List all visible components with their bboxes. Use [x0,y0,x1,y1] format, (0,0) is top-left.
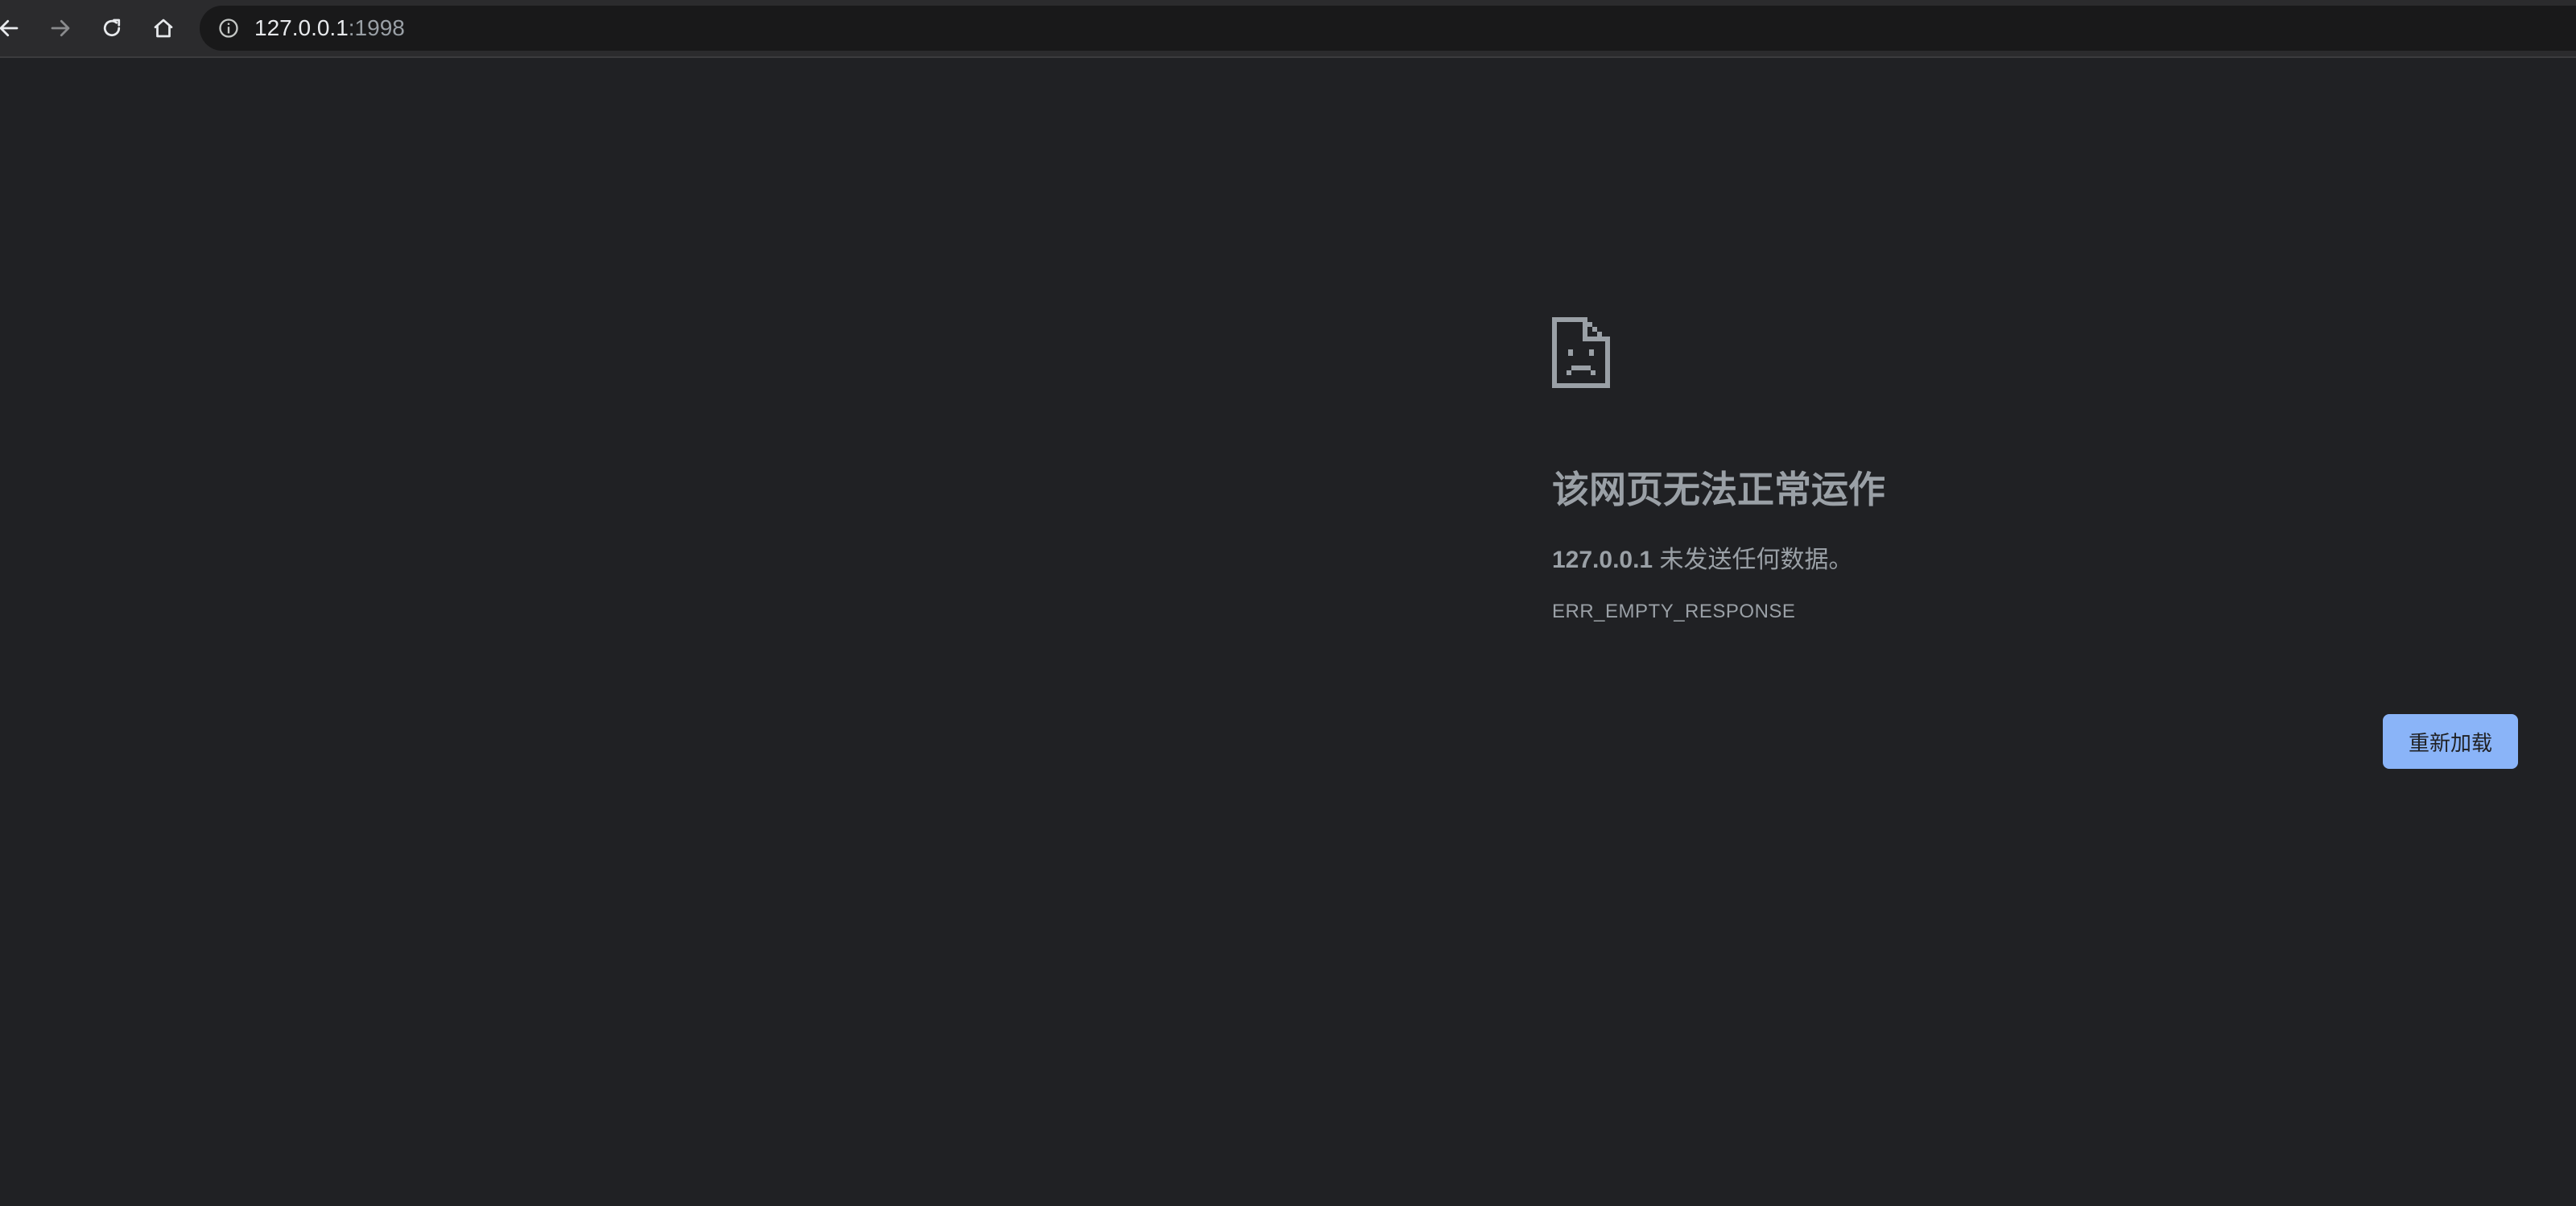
error-code: ERR_EMPTY_RESPONSE [1552,601,1796,622]
reload-page-button[interactable]: 重新加载 [2383,714,2518,769]
address-bar[interactable]: 127.0.0.1:1998 [200,6,2576,51]
url-port: :1998 [348,15,405,40]
home-button[interactable] [147,11,180,45]
forward-arrow-icon [51,19,70,37]
reload-icon [103,19,121,37]
sad-document-icon [1552,317,1610,388]
url-host: 127.0.0.1 [254,15,349,40]
error-host: 127.0.0.1 [1552,547,1653,573]
forward-button[interactable] [43,11,77,45]
error-title: 该网页无法正常运作 [1552,469,1885,510]
toolbar-divider [0,56,2576,58]
error-description: 127.0.0.1 未发送任何数据。 [1552,539,1852,575]
back-arrow-icon [0,19,19,37]
address-url[interactable]: 127.0.0.1:1998 [254,6,405,51]
home-icon [154,19,173,38]
error-description-text: 未发送任何数据。 [1653,547,1853,573]
browser-toolbar: 127.0.0.1:1998 [0,0,2576,56]
info-icon[interactable] [217,17,240,39]
back-button[interactable] [0,11,26,45]
reload-button[interactable] [95,11,129,45]
